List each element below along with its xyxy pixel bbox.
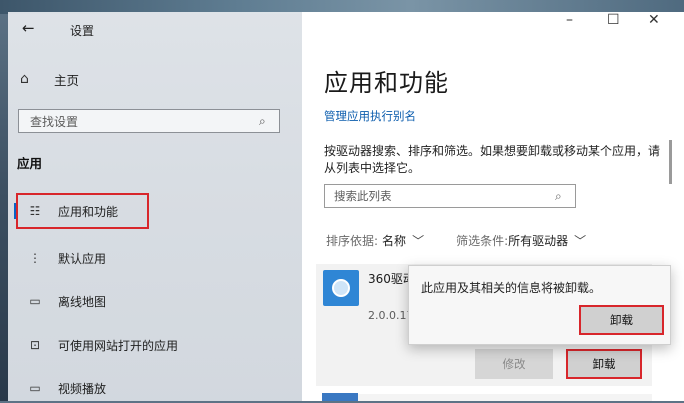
app-icon — [323, 270, 359, 306]
page-description: 按驱动器搜索、排序和筛选。如果想要卸载或移动某个应用，请从列表中选择它。 — [324, 144, 661, 175]
home-nav-item[interactable]: ⌂ 主页 — [20, 66, 290, 92]
app-version: 2.0.0.17 — [368, 309, 414, 322]
uninstall-confirm-flyout: 此应用及其相关的信息将被卸载。 卸载 — [408, 265, 671, 345]
offline-map-icon: ▭ — [29, 294, 41, 308]
section-title: 应用 — [17, 156, 43, 171]
sidebar-item-video-playback[interactable]: ▭ 视频播放 — [8, 373, 302, 403]
manage-alias-link[interactable]: 管理应用执行别名 — [324, 108, 416, 124]
confirm-message: 此应用及其相关的信息将被卸载。 — [421, 281, 602, 295]
sidebar-item-default-apps[interactable]: ⋮ 默认应用 — [8, 243, 302, 273]
sidebar-item-website-apps[interactable]: ⊡ 可使用网站打开的应用 — [8, 330, 302, 360]
sidebar-item-offline-maps[interactable]: ▭ 离线地图 — [8, 286, 302, 316]
uninstall-button[interactable]: 卸载 — [566, 349, 642, 379]
scrollbar[interactable] — [669, 140, 672, 184]
home-label: 主页 — [54, 72, 80, 88]
filter-dropdown[interactable]: 所有驱动器 — [508, 232, 568, 249]
search-icon: ⌕ — [555, 188, 562, 203]
search-placeholder: 查找设置 — [30, 114, 79, 129]
website-apps-icon: ⊡ — [29, 338, 41, 352]
video-icon: ▭ — [29, 381, 41, 395]
sort-dropdown[interactable]: 名称 — [382, 232, 406, 249]
sidebar-item-label: 默认应用 — [58, 251, 107, 266]
maximize-button[interactable]: ☐ — [607, 12, 620, 28]
modify-button[interactable]: 修改 — [475, 349, 553, 379]
search-icon: ⌕ — [259, 113, 266, 128]
confirm-uninstall-button[interactable]: 卸载 — [579, 305, 664, 335]
sort-label: 排序依据: — [326, 234, 379, 248]
chevron-down-icon[interactable]: ﹀ — [574, 232, 586, 249]
filter-label: 筛选条件: — [456, 234, 509, 248]
sidebar-item-label: 视频播放 — [58, 381, 107, 396]
sort-filter-row: 排序依据: 名称 ﹀ 筛选条件: 所有驱动器 ﹀ — [326, 232, 618, 249]
default-apps-icon: ⋮ — [29, 251, 41, 265]
app-icon — [322, 393, 358, 401]
sidebar-item-label: 离线地图 — [58, 294, 107, 309]
list-search-input[interactable]: 搜索此列表 ⌕ — [324, 184, 576, 208]
close-button[interactable]: ✕ — [648, 12, 660, 28]
minimize-button[interactable]: – — [566, 12, 573, 28]
list-search-placeholder: 搜索此列表 — [334, 189, 392, 203]
settings-search-input[interactable]: 查找设置 ⌕ — [18, 109, 280, 133]
home-icon: ⌂ — [20, 71, 29, 87]
back-arrow-icon[interactable]: ← — [22, 19, 35, 37]
page-title: 应用和功能 — [324, 69, 449, 97]
chevron-down-icon[interactable]: ﹀ — [412, 232, 424, 249]
app-list-item[interactable] — [322, 394, 652, 401]
highlight-box-apps-features — [16, 193, 149, 229]
window-title: 设置 — [70, 24, 95, 38]
sidebar-item-label: 可使用网站打开的应用 — [58, 338, 179, 353]
